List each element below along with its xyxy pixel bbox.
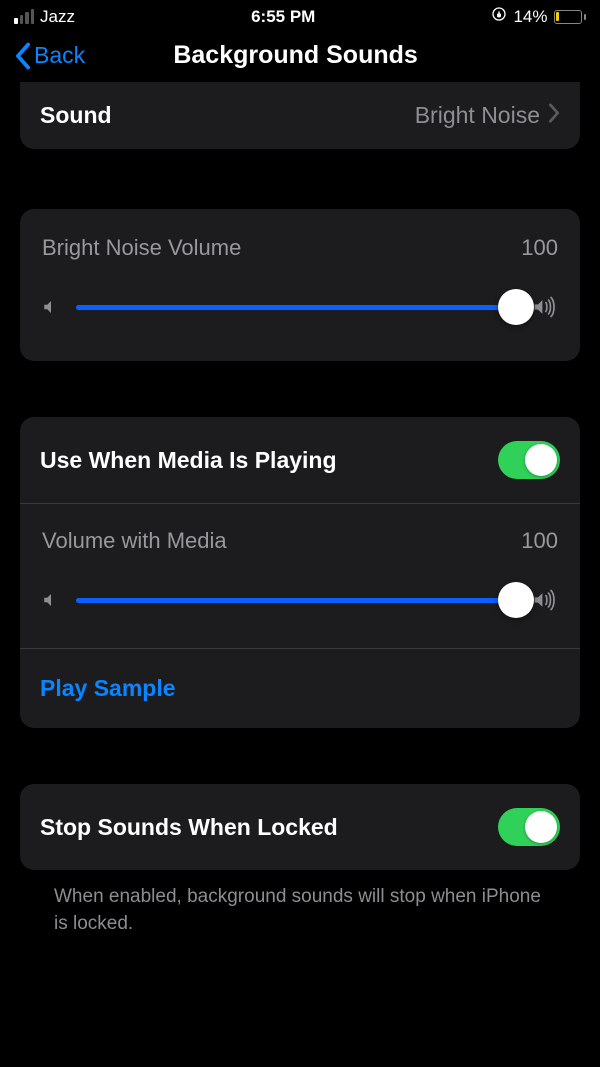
volume-with-media-value: 100 (521, 528, 558, 554)
page-title: Background Sounds (5, 41, 586, 70)
use-when-media-label: Use When Media Is Playing (40, 447, 337, 474)
lock-footnote: When enabled, background sounds will sto… (20, 870, 580, 951)
speaker-quiet-icon (42, 591, 60, 609)
volume-label: Bright Noise Volume (42, 235, 241, 261)
rotation-lock-icon (491, 6, 507, 27)
sound-row[interactable]: Sound Bright Noise (20, 82, 580, 149)
battery-percent: 14% (513, 7, 547, 27)
media-group: Use When Media Is Playing Volume with Me… (20, 417, 580, 728)
status-time: 6:55 PM (251, 7, 315, 27)
volume-with-media-slider[interactable] (76, 582, 516, 618)
chevron-right-icon (548, 102, 560, 129)
stop-when-locked-row[interactable]: Stop Sounds When Locked (20, 784, 580, 870)
play-sample-row[interactable]: Play Sample (20, 648, 580, 728)
volume-with-media-row: Volume with Media 100 (20, 503, 580, 648)
volume-value: 100 (521, 235, 558, 261)
play-sample-label: Play Sample (40, 675, 176, 701)
volume-with-media-label: Volume with Media (42, 528, 227, 554)
battery-icon (554, 10, 587, 24)
sound-value: Bright Noise (415, 102, 540, 129)
sound-group: Sound Bright Noise (20, 82, 580, 149)
volume-group: Bright Noise Volume 100 (20, 209, 580, 361)
use-when-media-row[interactable]: Use When Media Is Playing (20, 417, 580, 503)
speaker-loud-icon (532, 589, 558, 611)
use-when-media-toggle[interactable] (498, 441, 560, 479)
lock-group: Stop Sounds When Locked (20, 784, 580, 870)
speaker-loud-icon (532, 296, 558, 318)
volume-slider[interactable] (76, 289, 516, 325)
sound-label: Sound (40, 102, 112, 129)
stop-when-locked-label: Stop Sounds When Locked (40, 814, 338, 841)
signal-icon (14, 9, 34, 24)
nav-bar: Back Background Sounds (0, 31, 600, 82)
stop-when-locked-toggle[interactable] (498, 808, 560, 846)
status-bar: Jazz 6:55 PM 14% (0, 0, 600, 31)
carrier-text: Jazz (40, 7, 75, 27)
speaker-quiet-icon (42, 298, 60, 316)
